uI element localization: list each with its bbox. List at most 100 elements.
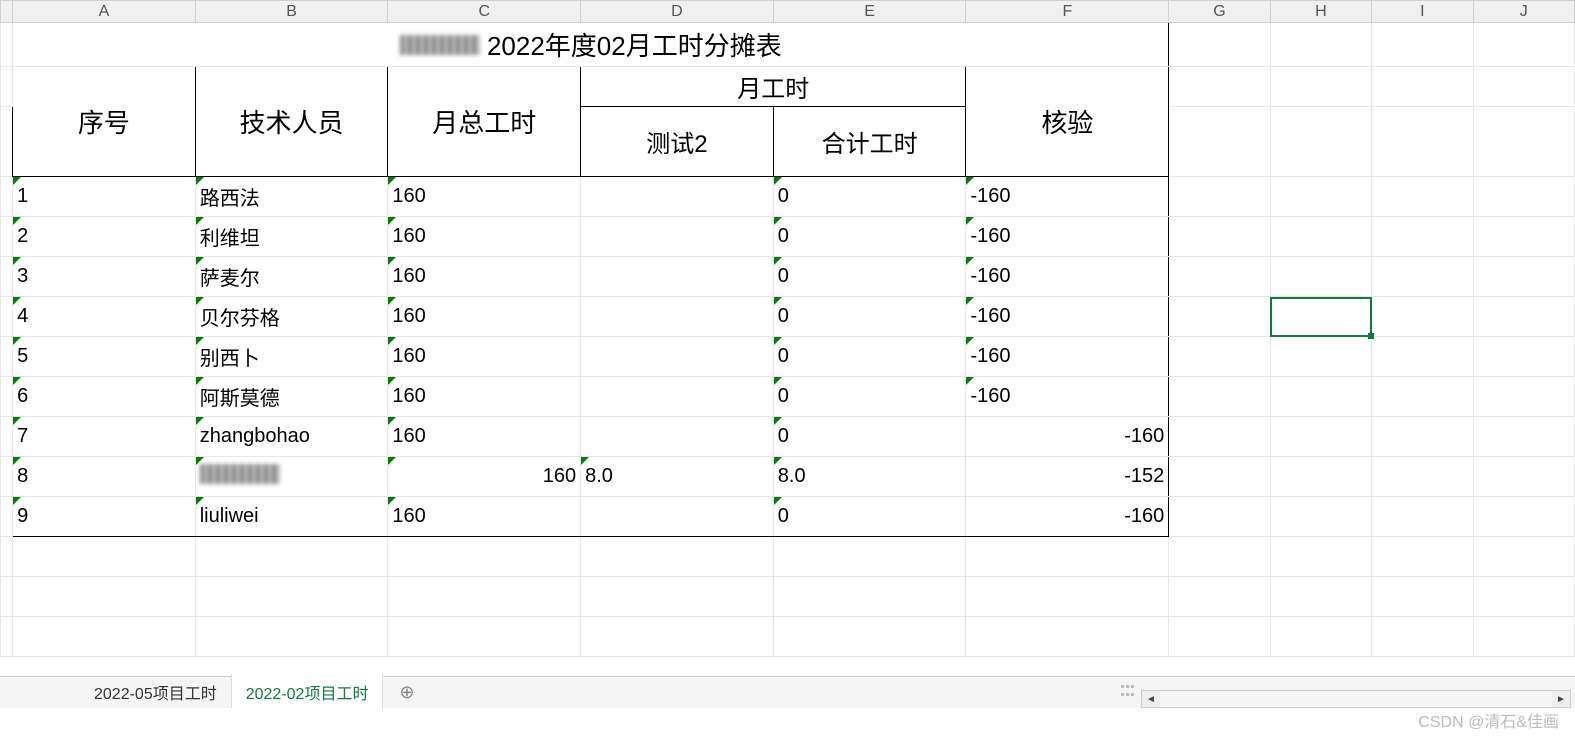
table-row[interactable]: 9liuliwei1600-160 xyxy=(1,497,1575,537)
cell[interactable]: zhangbohao xyxy=(195,417,388,457)
cell[interactable] xyxy=(1169,337,1270,377)
header-row-1[interactable]: 序号 技术人员 月总工时 月工时 核验 xyxy=(1,67,1575,107)
cell[interactable]: 160 xyxy=(388,497,581,537)
cell[interactable]: 160 xyxy=(388,377,581,417)
cell[interactable]: 0 xyxy=(773,497,966,537)
cell[interactable]: 160 xyxy=(388,337,581,377)
cell[interactable]: 160 xyxy=(388,217,581,257)
cell[interactable]: 0 xyxy=(773,217,966,257)
cell[interactable] xyxy=(1372,257,1473,297)
cell[interactable]: -160 xyxy=(966,177,1169,217)
cell[interactable] xyxy=(1270,377,1371,417)
cell[interactable] xyxy=(1270,337,1371,377)
cell[interactable] xyxy=(1270,457,1371,497)
horizontal-scrollbar[interactable]: ◄ ► xyxy=(1141,690,1571,708)
cell[interactable] xyxy=(581,417,774,457)
col-header[interactable]: G xyxy=(1169,1,1270,23)
spreadsheet-grid[interactable]: A B C D E F G H I J 2022年度02月工时分摊表 序号 技术… xyxy=(0,0,1575,657)
cell[interactable] xyxy=(1169,417,1270,457)
cell[interactable] xyxy=(581,337,774,377)
col-header[interactable]: A xyxy=(13,1,196,23)
sheet-tab[interactable]: 2022-05项目工时 xyxy=(80,674,232,712)
cell[interactable] xyxy=(1169,377,1270,417)
cell[interactable]: 160 xyxy=(388,457,581,497)
cell[interactable]: -160 xyxy=(966,417,1169,457)
cell[interactable]: 160 xyxy=(388,297,581,337)
add-sheet-button[interactable]: ⊕ xyxy=(399,682,414,703)
cell[interactable] xyxy=(1270,497,1371,537)
cell[interactable]: 6 xyxy=(13,377,196,417)
col-header[interactable]: F xyxy=(966,1,1169,23)
cell[interactable] xyxy=(1473,497,1575,537)
cell[interactable]: 利维坦 xyxy=(195,217,388,257)
cell[interactable] xyxy=(581,217,774,257)
col-header[interactable]: H xyxy=(1270,1,1371,23)
cell[interactable] xyxy=(1372,217,1473,257)
cell[interactable] xyxy=(1473,297,1575,337)
cell[interactable]: 0 xyxy=(773,297,966,337)
table-row[interactable]: 1路西法1600-160 xyxy=(1,177,1575,217)
cell[interactable] xyxy=(1372,497,1473,537)
scroll-left-arrow[interactable]: ◄ xyxy=(1142,691,1160,707)
cell[interactable] xyxy=(1473,377,1575,417)
cell[interactable]: 萨麦尔 xyxy=(195,257,388,297)
cell[interactable]: 3 xyxy=(13,257,196,297)
cell[interactable] xyxy=(1473,257,1575,297)
cell[interactable] xyxy=(1270,177,1371,217)
cell[interactable] xyxy=(1270,417,1371,457)
cell[interactable] xyxy=(581,497,774,537)
cell[interactable] xyxy=(1372,377,1473,417)
table-row[interactable]: 3萨麦尔1600-160 xyxy=(1,257,1575,297)
cell[interactable] xyxy=(581,257,774,297)
cell[interactable]: 别西卜 xyxy=(195,337,388,377)
col-header[interactable]: J xyxy=(1473,1,1575,23)
cell[interactable] xyxy=(1372,177,1473,217)
cell[interactable] xyxy=(1372,417,1473,457)
table-row[interactable]: 4贝尔芬格1600-160 xyxy=(1,297,1575,337)
cell[interactable]: 2 xyxy=(13,217,196,257)
select-all-corner[interactable] xyxy=(1,1,13,23)
cell[interactable]: -160 xyxy=(966,377,1169,417)
cell[interactable] xyxy=(1169,457,1270,497)
cell[interactable] xyxy=(1372,457,1473,497)
title-row[interactable]: 2022年度02月工时分摊表 xyxy=(1,23,1575,67)
cell[interactable] xyxy=(581,297,774,337)
cell[interactable]: -152 xyxy=(966,457,1169,497)
cell[interactable] xyxy=(1372,297,1473,337)
col-header[interactable]: I xyxy=(1372,1,1473,23)
cell[interactable] xyxy=(1169,497,1270,537)
cell[interactable]: -160 xyxy=(966,337,1169,377)
cell[interactable] xyxy=(1169,297,1270,337)
table-row[interactable]: 5别西卜160 0-160 xyxy=(1,337,1575,377)
cell[interactable]: -160 xyxy=(966,257,1169,297)
cell[interactable] xyxy=(1473,457,1575,497)
cell[interactable]: 8.0 xyxy=(581,457,774,497)
column-header-row[interactable]: A B C D E F G H I J xyxy=(1,1,1575,23)
cell[interactable] xyxy=(1372,337,1473,377)
cell[interactable]: 8.0 xyxy=(773,457,966,497)
cell[interactable]: 阿斯莫德 xyxy=(195,377,388,417)
cell[interactable]: 8 xyxy=(13,457,196,497)
cell[interactable] xyxy=(1270,217,1371,257)
cell[interactable]: 0 xyxy=(773,177,966,217)
cell[interactable] xyxy=(1169,257,1270,297)
cell[interactable]: 0 xyxy=(773,337,966,377)
cell[interactable] xyxy=(1473,217,1575,257)
cell[interactable] xyxy=(1169,177,1270,217)
tab-drag-handle[interactable] xyxy=(1121,685,1135,699)
cell[interactable]: 4 xyxy=(13,297,196,337)
cell[interactable] xyxy=(581,377,774,417)
table-row[interactable]: 2利维坦160 0-160 xyxy=(1,217,1575,257)
cell[interactable]: 0 xyxy=(773,377,966,417)
cell[interactable]: liuliwei xyxy=(195,497,388,537)
cell[interactable] xyxy=(581,177,774,217)
cell[interactable]: -160 xyxy=(966,217,1169,257)
cell[interactable]: 160 xyxy=(388,177,581,217)
cell[interactable] xyxy=(1473,417,1575,457)
col-header[interactable]: E xyxy=(773,1,966,23)
scroll-right-arrow[interactable]: ► xyxy=(1552,691,1570,707)
col-header[interactable]: B xyxy=(195,1,388,23)
cell[interactable]: 7 xyxy=(13,417,196,457)
cell[interactable]: 5 xyxy=(13,337,196,377)
sheet-tab[interactable]: 2022-02项目工时 xyxy=(232,674,384,712)
